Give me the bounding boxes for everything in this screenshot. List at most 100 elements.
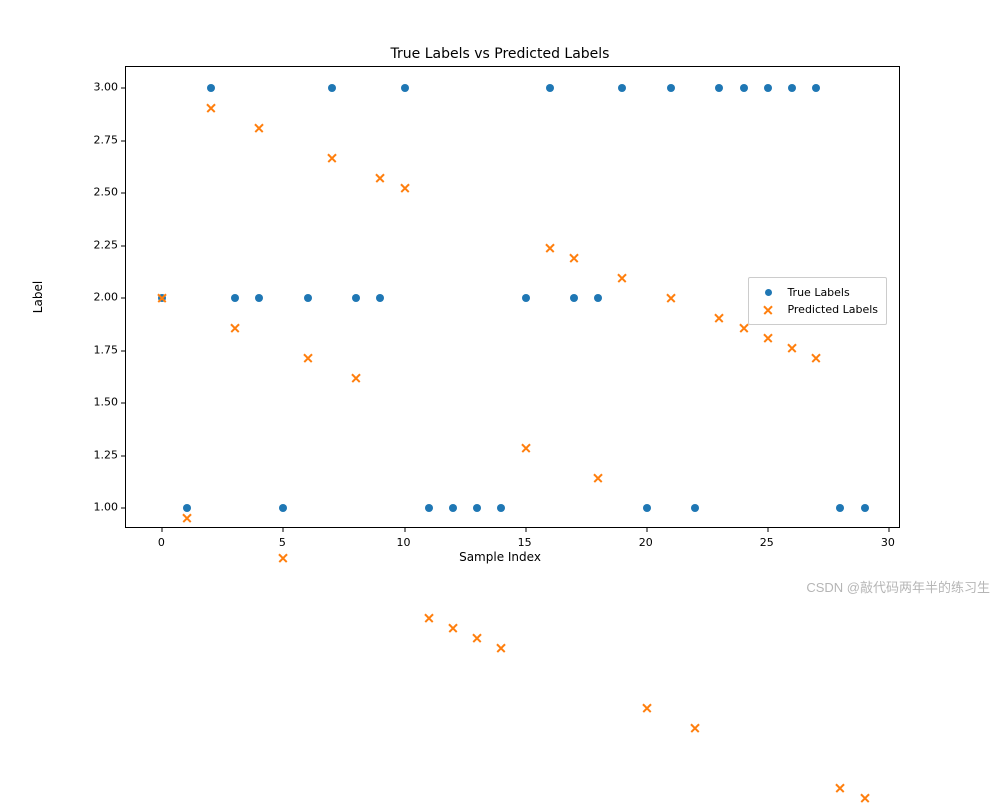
x-tick <box>646 527 647 532</box>
true-label-point <box>183 504 191 512</box>
true-label-point <box>449 504 457 512</box>
predicted-label-point <box>593 473 603 483</box>
predicted-label-point <box>375 173 385 183</box>
x-tick <box>767 527 768 532</box>
predicted-label-point <box>569 253 579 263</box>
true-label-point <box>812 84 820 92</box>
legend-label-pred: Predicted Labels <box>787 303 878 316</box>
true-label-point <box>522 294 530 302</box>
circle-marker-icon <box>757 287 779 299</box>
predicted-label-point <box>206 103 216 113</box>
y-tick <box>121 508 126 509</box>
true-label-point <box>788 84 796 92</box>
true-label-point <box>861 504 869 512</box>
x-tick <box>162 527 163 532</box>
y-tick-label: 1.50 <box>73 396 118 409</box>
predicted-label-point <box>545 243 555 253</box>
true-label-point <box>618 84 626 92</box>
legend: True Labels Predicted Labels <box>748 277 887 325</box>
y-tick <box>121 403 126 404</box>
true-label-point <box>425 504 433 512</box>
y-tick-label: 2.50 <box>73 186 118 199</box>
chart-title: True Labels vs Predicted Labels <box>0 46 1000 62</box>
true-label-point <box>279 504 287 512</box>
true-label-point <box>643 504 651 512</box>
true-label-point <box>497 504 505 512</box>
watermark-text: CSDN @敲代码两年半的练习生 <box>806 577 990 596</box>
y-tick-label: 2.00 <box>73 291 118 304</box>
y-tick-label: 3.00 <box>73 81 118 94</box>
predicted-label-point <box>157 293 167 303</box>
x-tick-label: 10 <box>397 536 411 549</box>
true-label-point <box>764 84 772 92</box>
x-tick-label: 5 <box>279 536 286 549</box>
predicted-label-point <box>617 273 627 283</box>
y-tick <box>121 298 126 299</box>
true-label-point <box>546 84 554 92</box>
predicted-label-point <box>763 333 773 343</box>
true-label-point <box>836 504 844 512</box>
predicted-label-point <box>521 443 531 453</box>
y-tick <box>121 193 126 194</box>
true-label-point <box>715 84 723 92</box>
legend-item-pred: Predicted Labels <box>757 301 878 318</box>
legend-label-true: True Labels <box>787 286 849 299</box>
y-axis-label: Label <box>31 281 45 313</box>
predicted-label-point <box>303 353 313 363</box>
predicted-label-point <box>496 643 506 653</box>
predicted-label-point <box>739 323 749 333</box>
predicted-label-point <box>642 703 652 713</box>
y-tick <box>121 455 126 456</box>
y-tick-label: 1.00 <box>73 501 118 514</box>
true-label-point <box>401 84 409 92</box>
legend-item-true: True Labels <box>757 284 878 301</box>
true-label-point <box>376 294 384 302</box>
predicted-label-point <box>714 313 724 323</box>
x-tick-label: 20 <box>639 536 653 549</box>
true-label-point <box>352 294 360 302</box>
predicted-label-point <box>811 353 821 363</box>
predicted-label-point <box>424 613 434 623</box>
y-tick <box>121 140 126 141</box>
predicted-label-point <box>182 513 192 523</box>
true-label-point <box>667 84 675 92</box>
predicted-label-point <box>351 373 361 383</box>
y-tick <box>121 88 126 89</box>
predicted-label-point <box>835 783 845 793</box>
predicted-label-point <box>448 623 458 633</box>
chart-container: True Labels vs Predicted Labels True Lab… <box>0 0 1000 600</box>
x-tick-label: 25 <box>760 536 774 549</box>
predicted-label-point <box>230 323 240 333</box>
predicted-label-point <box>254 123 264 133</box>
predicted-label-point <box>472 633 482 643</box>
predicted-label-point <box>400 183 410 193</box>
predicted-label-point <box>327 153 337 163</box>
predicted-label-point <box>787 343 797 353</box>
plot-area: True Labels Predicted Labels <box>125 66 900 528</box>
predicted-label-point <box>666 293 676 303</box>
x-tick <box>283 527 284 532</box>
x-tick-label: 15 <box>518 536 532 549</box>
x-marker-icon <box>757 304 779 316</box>
true-label-point <box>594 294 602 302</box>
y-tick-label: 2.75 <box>73 133 118 146</box>
y-tick <box>121 350 126 351</box>
y-tick <box>121 245 126 246</box>
predicted-label-point <box>860 793 870 803</box>
y-tick-label: 1.25 <box>73 448 118 461</box>
y-tick-label: 1.75 <box>73 343 118 356</box>
true-label-point <box>691 504 699 512</box>
x-axis-label: Sample Index <box>0 550 1000 564</box>
true-label-point <box>570 294 578 302</box>
x-tick-label: 30 <box>881 536 895 549</box>
x-tick-label: 0 <box>158 536 165 549</box>
true-label-point <box>304 294 312 302</box>
x-tick <box>525 527 526 532</box>
x-tick <box>888 527 889 532</box>
true-label-point <box>255 294 263 302</box>
y-tick-label: 2.25 <box>73 238 118 251</box>
true-label-point <box>231 294 239 302</box>
x-tick <box>404 527 405 532</box>
true-label-point <box>740 84 748 92</box>
predicted-label-point <box>690 723 700 733</box>
